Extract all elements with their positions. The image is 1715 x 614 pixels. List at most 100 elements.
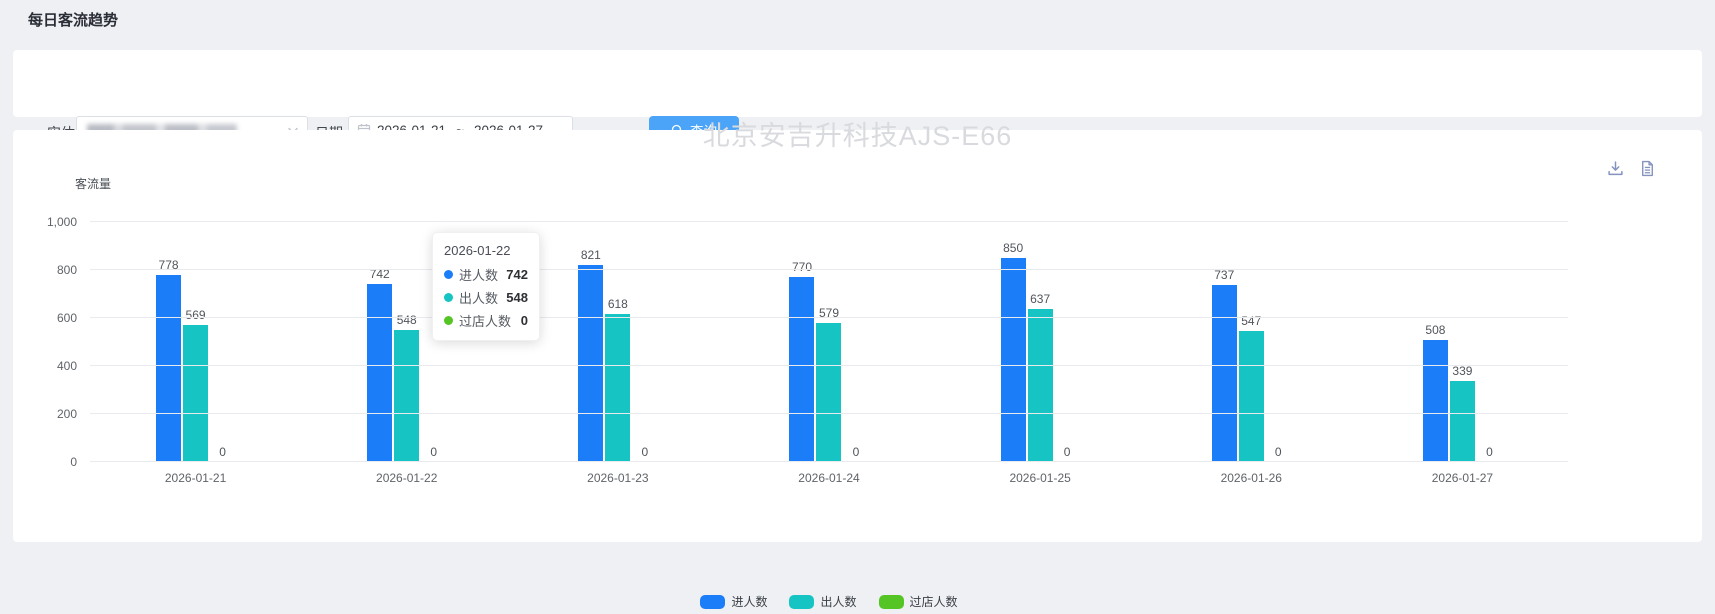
tooltip-row: 进人数 742: [444, 265, 528, 284]
bar-group: 85063702026-01-25: [935, 222, 1146, 462]
y-tick-label: 1,000: [17, 215, 77, 229]
bar-value-label: 547: [1241, 314, 1261, 328]
tooltip-row: 出人数 548: [444, 288, 528, 307]
bar-slot: 579: [816, 222, 841, 462]
bar-slot: 0: [843, 222, 868, 462]
bar-slot: 637: [1028, 222, 1053, 462]
bar-value-label: 0: [1275, 445, 1282, 459]
bar-value-label: 770: [792, 260, 812, 274]
bar-出人数[interactable]: [816, 323, 841, 462]
legend-swatch-icon: [700, 595, 725, 609]
bar-slot: 821: [578, 222, 603, 462]
bar-group: 77057902026-01-24: [723, 222, 934, 462]
bar-slot: 0: [1055, 222, 1080, 462]
bar-value-label: 0: [642, 445, 649, 459]
bar-进人数[interactable]: [789, 277, 814, 462]
tooltip-value: 0: [521, 313, 528, 328]
tooltip-value: 548: [506, 290, 528, 305]
bar-slot: 339: [1450, 222, 1475, 462]
plot-area: 77856902026-01-2174254802026-01-22821618…: [90, 222, 1568, 462]
chart-legend: 进人数 出人数 过店人数: [90, 593, 1568, 614]
filter-card: 实体 日期 2026-01-21 ~ 2026-01-27 查: [13, 50, 1702, 117]
legend-item-进人数[interactable]: 进人数: [700, 593, 767, 610]
gridline: [90, 365, 1568, 366]
bar-进人数[interactable]: [578, 265, 603, 462]
tooltip-title: 2026-01-22: [444, 243, 528, 258]
bar-value-label: 569: [186, 308, 206, 322]
report-document-icon[interactable]: [1639, 160, 1656, 177]
bar-出人数[interactable]: [183, 325, 208, 462]
y-tick-label: 200: [17, 407, 77, 421]
bar-value-label: 778: [159, 258, 179, 272]
bar-slot: 742: [367, 222, 392, 462]
bar-进人数[interactable]: [1212, 285, 1237, 462]
bar-slot: 508: [1423, 222, 1448, 462]
x-axis-label: 2026-01-22: [301, 471, 512, 485]
bar-slot: 547: [1239, 222, 1264, 462]
bar-slot: 618: [605, 222, 630, 462]
bar-进人数[interactable]: [1423, 340, 1448, 462]
y-tick-label: 600: [17, 311, 77, 325]
bar-出人数[interactable]: [605, 314, 630, 462]
legend-swatch-icon: [789, 595, 814, 609]
bar-出人数[interactable]: [1450, 381, 1475, 462]
filter-row: 实体 日期 2026-01-21 ~ 2026-01-27 查: [13, 50, 1702, 117]
bar-value-label: 0: [1486, 445, 1493, 459]
chart-toolbar: [1607, 160, 1656, 177]
x-axis-label: 2026-01-26: [1146, 471, 1357, 485]
bar-value-label: 508: [1425, 323, 1445, 337]
download-icon[interactable]: [1607, 160, 1624, 177]
tooltip-label: 进人数: [459, 265, 500, 284]
bar-group: 82161802026-01-23: [512, 222, 723, 462]
chart-card: 客流量 778 569 0 2026-01-21 742 548 0 2026-01-22 82…: [13, 130, 1702, 542]
series-out-dot-icon: [444, 293, 453, 302]
bar-slot: 770: [789, 222, 814, 462]
series-in-dot-icon: [444, 270, 453, 279]
bar-进人数[interactable]: [1001, 258, 1026, 462]
y-axis-title: 客流量: [75, 175, 111, 192]
bar-进人数[interactable]: [367, 284, 392, 462]
bar-出人数[interactable]: [394, 330, 419, 462]
gridline: [90, 269, 1568, 270]
bar-slot: 778: [156, 222, 181, 462]
gridline: [90, 461, 1568, 462]
tooltip-value: 742: [506, 267, 528, 282]
legend-label: 出人数: [820, 593, 856, 610]
bar-slot: 0: [1477, 222, 1502, 462]
tooltip-label: 出人数: [459, 288, 500, 307]
bar-value-label: 637: [1030, 292, 1050, 306]
bar-出人数[interactable]: [1028, 309, 1053, 462]
y-tick-label: 800: [17, 263, 77, 277]
bar-groups: 77856902026-01-2174254802026-01-22821618…: [90, 222, 1568, 462]
bar-group: 50833902026-01-27: [1357, 222, 1568, 462]
bar-value-label: 0: [219, 445, 226, 459]
bar-slot: 0: [1266, 222, 1291, 462]
bar-group: 73754702026-01-26: [1146, 222, 1357, 462]
bar-value-label: 0: [430, 445, 437, 459]
x-axis-label: 2026-01-24: [723, 471, 934, 485]
bar-slot: 569: [183, 222, 208, 462]
legend-label: 过店人数: [910, 593, 958, 610]
bar-value-label: 850: [1003, 241, 1023, 255]
legend-label: 进人数: [731, 593, 767, 610]
bar-slot: 0: [632, 222, 657, 462]
x-axis-label: 2026-01-27: [1357, 471, 1568, 485]
y-tick-label: 400: [17, 359, 77, 373]
bar-进人数[interactable]: [156, 275, 181, 462]
series-pass-dot-icon: [444, 316, 453, 325]
bar-value-label: 737: [1214, 268, 1234, 282]
x-axis-label: 2026-01-21: [90, 471, 301, 485]
legend-item-过店人数[interactable]: 过店人数: [879, 593, 958, 610]
bar-slot: 0: [210, 222, 235, 462]
gridline: [90, 413, 1568, 414]
x-axis-label: 2026-01-23: [512, 471, 723, 485]
bar-出人数[interactable]: [1239, 331, 1264, 462]
legend-swatch-icon: [879, 595, 904, 609]
bar-value-label: 821: [581, 248, 601, 262]
bar-value-label: 548: [397, 313, 417, 327]
tooltip-label: 过店人数: [459, 311, 515, 330]
bar-slot: 850: [1001, 222, 1026, 462]
y-tick-label: 0: [17, 455, 77, 469]
legend-item-出人数[interactable]: 出人数: [789, 593, 856, 610]
bar-slot: 548: [394, 222, 419, 462]
